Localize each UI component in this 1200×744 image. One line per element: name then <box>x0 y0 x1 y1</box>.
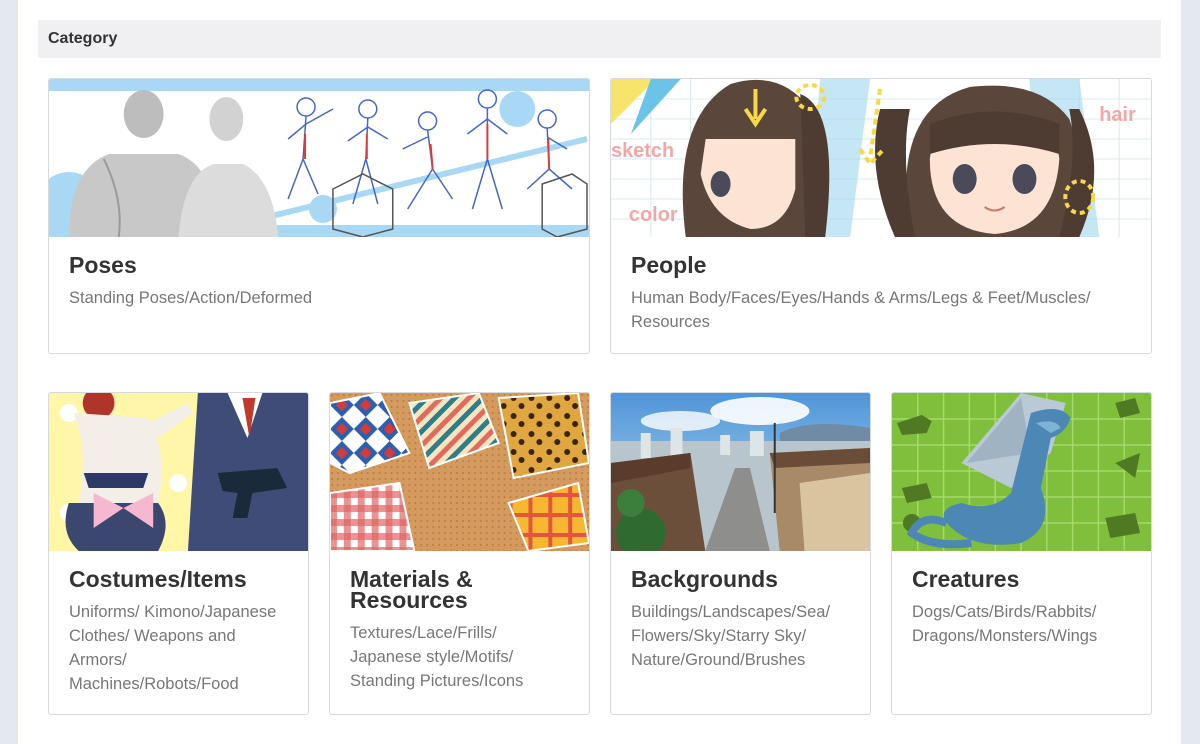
card-subcategories: Uniforms/ Kimono/Japanese Clothes/ Weapo… <box>69 603 277 693</box>
card-subcategories: Textures/Lace/Frills/ Japanese style/Mot… <box>350 624 524 690</box>
thumb-label-hair: hair <box>1099 104 1136 126</box>
people-thumbnail: sketch color hair <box>611 79 1151 237</box>
category-card-people[interactable]: sketch color hair People Human Body/Face… <box>610 78 1152 354</box>
creatures-thumbnail <box>892 393 1151 551</box>
card-title: People <box>631 252 707 278</box>
category-card-poses[interactable]: Poses Standing Poses/Action/Deformed <box>48 78 590 354</box>
materials-thumbnail <box>330 393 589 551</box>
category-header-title: Category <box>48 30 118 47</box>
category-card-costumes-items[interactable]: Costumes/Items Uniforms/ Kimono/Japanese… <box>48 392 309 715</box>
card-subcategories: Standing Poses/Action/Deformed <box>69 289 313 307</box>
card-title: Poses <box>69 252 137 278</box>
costumes-thumbnail <box>49 393 308 551</box>
category-card-materials-resources[interactable]: Materials & Resources Textures/Lace/Fril… <box>329 392 590 715</box>
category-header: Category <box>38 20 1161 58</box>
card-subcategories: Dogs/Cats/Birds/Rabbits/ Dragons/Monster… <box>912 603 1098 645</box>
thumb-label-color: color <box>629 204 678 226</box>
card-title: Materials & Resources <box>350 566 473 613</box>
backgrounds-thumbnail <box>611 393 870 551</box>
card-subcategories: Buildings/Landscapes/Sea/ Flowers/Sky/St… <box>631 603 831 669</box>
category-card-creatures[interactable]: Creatures Dogs/Cats/Birds/Rabbits/ Drago… <box>891 392 1152 715</box>
poses-thumbnail <box>49 79 589 237</box>
card-title: Creatures <box>912 566 1020 592</box>
category-card-backgrounds[interactable]: Backgrounds Buildings/Landscapes/Sea/ Fl… <box>610 392 871 715</box>
card-title: Costumes/Items <box>69 566 247 592</box>
thumb-label-sketch: sketch <box>611 140 674 162</box>
card-title: Backgrounds <box>631 566 778 592</box>
card-subcategories: Human Body/Faces/Eyes/Hands & Arms/Legs … <box>631 289 1091 331</box>
